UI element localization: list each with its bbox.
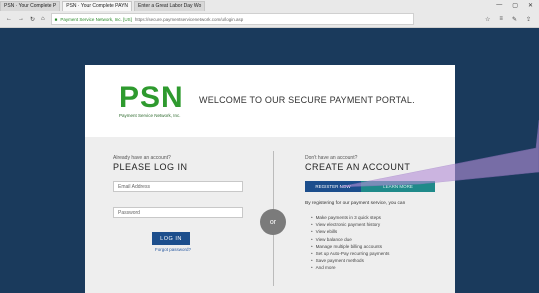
logo-subtext: Payment Service Network, Inc. [119,113,181,118]
forward-icon[interactable]: → [18,16,24,22]
minimize-icon[interactable]: — [496,2,502,9]
login-column: Already have an account? PLEASE LOG IN [113,155,253,172]
welcome-heading: WELCOME TO OUR SECURE PAYMENT PORTAL. [199,95,415,105]
address-bar[interactable]: ■ Payment Service Network, Inc. [US] htt… [50,13,414,25]
register-intro: By registering for our payment service, … [305,201,406,206]
portal-header: PSN Payment Service Network, Inc. WELCOM… [85,65,455,137]
tab-3-label: Enter a Great Labor Day Wo [138,3,202,9]
password-field[interactable]: Password [113,207,243,218]
learn-more-button[interactable]: LEARN MORE [361,181,435,192]
tab-3[interactable]: Enter a Great Labor Day Wo [134,0,206,11]
home-icon[interactable]: ⌂ [41,16,45,22]
share-icon[interactable]: ⇪ [526,16,531,23]
favorite-icon[interactable]: ☆ [485,16,490,23]
notes-icon[interactable]: ✎ [512,16,517,23]
register-now-button[interactable]: REGISTER NOW [305,181,361,192]
list-item: Manage multiple billing accounts [311,243,389,250]
list-item: View ebills [311,228,389,235]
or-badge: or [260,209,286,235]
back-icon[interactable]: ← [6,16,12,22]
login-button[interactable]: LOG IN [152,232,190,245]
tab-1[interactable]: PSN · Your Complete P [0,0,61,11]
url-text: https://secure.paymentservicenetwork.com… [134,16,244,22]
auth-panel: Already have an account? PLEASE LOG IN E… [85,137,455,293]
hub-icon[interactable]: ≡ [499,16,503,23]
benefits-list: Make payments in 3 quick steps View elec… [311,214,390,272]
maximize-icon[interactable]: ▢ [512,2,518,9]
tab-2[interactable]: PSN · Your Complete PAYN [62,0,133,11]
list-item: View balance due [311,236,389,243]
logo-text: PSN [119,81,184,114]
lock-icon: ■ [54,16,58,22]
list-item: Set up Auto-Pay recurring payments [311,250,390,257]
refresh-icon[interactable]: ↻ [30,16,35,23]
site-identity: Payment Service Network, Inc. [US] [60,16,132,22]
login-question: Already have an account? [113,155,171,161]
forgot-password-link[interactable]: Forgot password? [155,247,191,252]
list-item: Save payment methods [311,257,389,264]
login-title: PLEASE LOG IN [113,162,188,172]
register-column: Don't have an account? CREATE AN ACCOUNT [305,155,445,172]
list-item: Make payments in 3 quick steps [311,214,389,221]
close-icon[interactable]: ✕ [528,2,533,9]
address-row: ← → ↻ ⌂ ■ Payment Service Network, Inc. … [0,12,539,26]
tab-2-label: PSN · Your Complete PAYN [66,3,129,9]
window-controls: — ▢ ✕ [496,2,539,9]
psn-logo: PSN Payment Service Network, Inc. [119,81,191,119]
tab-strip: PSN · Your Complete P PSN · Your Complet… [0,0,539,11]
email-field[interactable]: Email Address [113,181,243,192]
toolbar-icons: ☆ ≡ ✎ ⇪ [485,16,539,23]
browser-chrome: PSN · Your Complete P PSN · Your Complet… [0,0,539,28]
list-item: And more [311,264,389,271]
register-title: CREATE AN ACCOUNT [305,162,411,172]
register-question: Don't have an account? [305,155,358,161]
tab-1-label: PSN · Your Complete P [4,3,57,9]
list-item: View electronic payment history [311,221,389,228]
